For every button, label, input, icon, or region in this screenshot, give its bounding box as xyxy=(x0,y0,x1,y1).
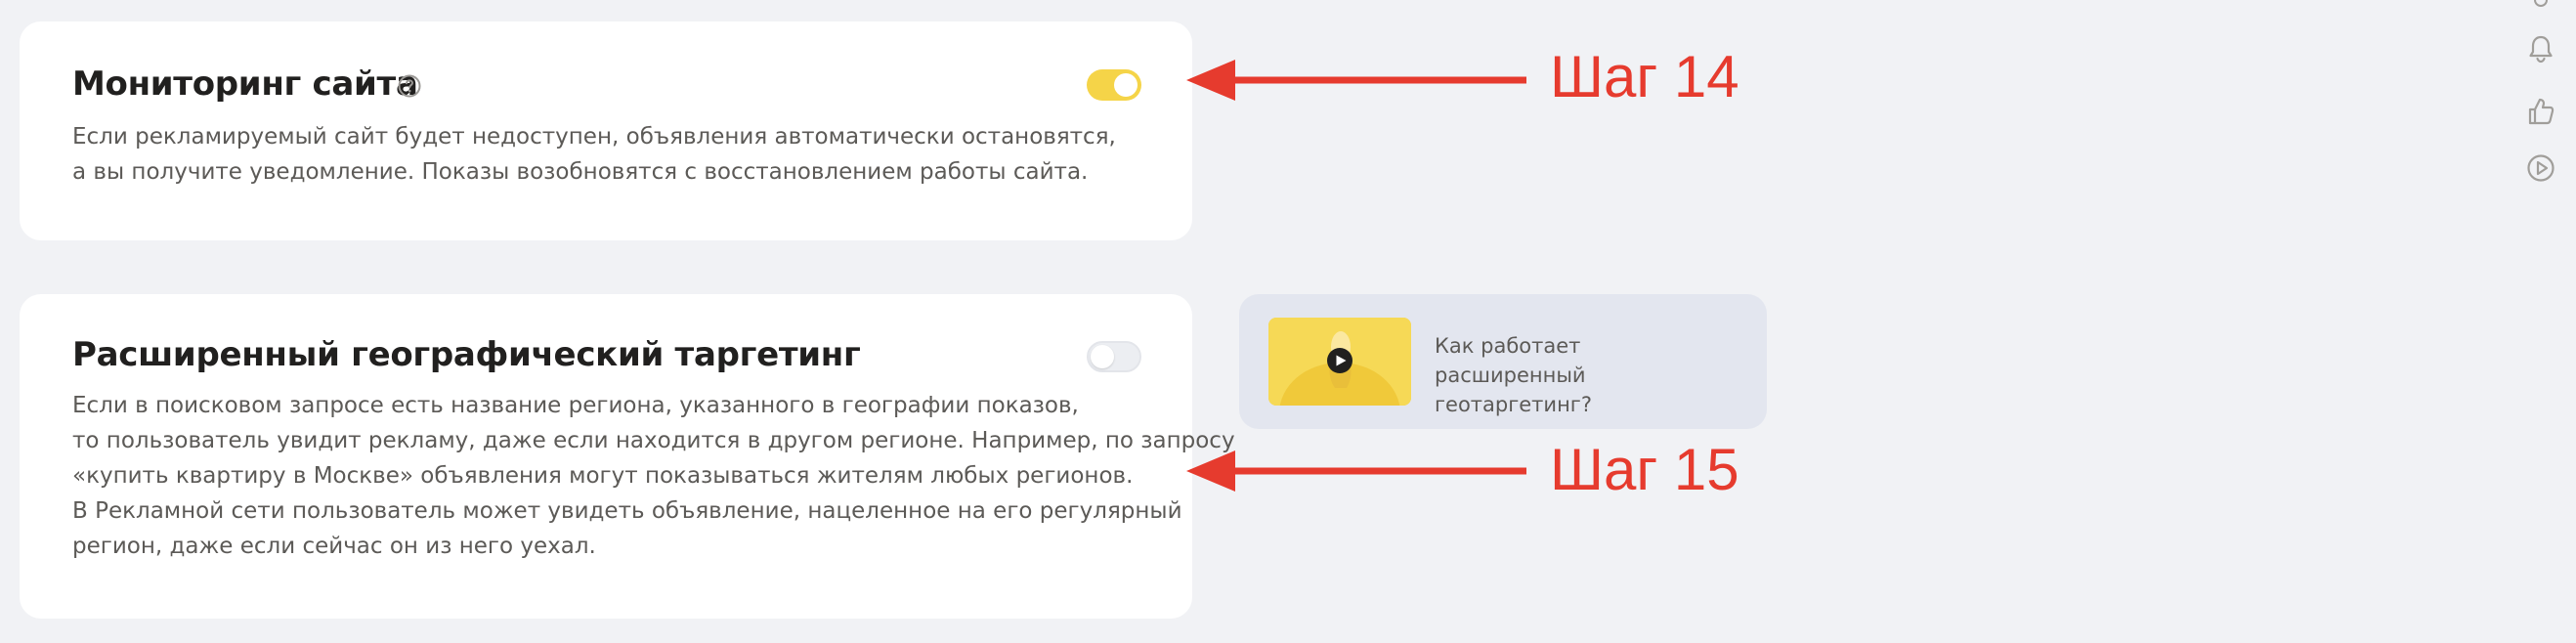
help-icon[interactable] xyxy=(397,73,422,99)
bell-icon[interactable] xyxy=(2523,31,2558,66)
description-line: то пользователь увидит рекламу, даже есл… xyxy=(72,428,1235,453)
geo-targeting-description: Если в поисковом запросе есть название р… xyxy=(72,388,1235,564)
toggle-knob xyxy=(1091,345,1114,368)
site-monitoring-card: Мониторинг сайта Если рекламируемый сайт… xyxy=(20,21,1192,240)
toggle-knob xyxy=(1114,73,1138,97)
site-monitoring-toggle[interactable] xyxy=(1087,69,1141,101)
annotation-arrow xyxy=(1186,60,1526,101)
description-line: регион, даже если сейчас он из него уеха… xyxy=(72,534,596,559)
video-thumbnail-art xyxy=(1268,318,1411,406)
description-line: Если в поисковом запросе есть название р… xyxy=(72,393,1079,418)
description-line: Если рекламируемый сайт будет недоступен… xyxy=(72,124,1116,150)
step-14-label: Шаг 14 xyxy=(1550,44,1739,109)
description-line: В Рекламной сети пользователь может увид… xyxy=(72,498,1182,524)
geo-targeting-toggle[interactable] xyxy=(1087,341,1141,372)
video-thumbnail[interactable] xyxy=(1268,318,1411,406)
geo-targeting-title: Расширенный географический таргетинг xyxy=(72,335,861,374)
site-monitoring-description: Если рекламируемый сайт будет недоступен… xyxy=(72,119,1116,190)
site-monitoring-title: Мониторинг сайта xyxy=(72,64,418,104)
description-line: «купить квартиру в Москве» объявления мо… xyxy=(72,463,1134,489)
partial-icon xyxy=(2534,0,2548,7)
step-15-label: Шаг 15 xyxy=(1550,437,1739,502)
description-line: а вы получите уведомление. Показы возобн… xyxy=(72,159,1089,185)
thumbs-up-icon[interactable] xyxy=(2523,94,2558,129)
play-circle-icon[interactable] xyxy=(2523,150,2558,186)
video-title[interactable]: Как работает расширенный геотаргетинг? xyxy=(1435,331,1738,419)
geo-targeting-card: Расширенный географический таргетинг Есл… xyxy=(20,294,1235,619)
annotation-arrow xyxy=(1186,450,1526,492)
geotargeting-video-card[interactable]: Как работает расширенный геотаргетинг? xyxy=(1239,294,1767,429)
